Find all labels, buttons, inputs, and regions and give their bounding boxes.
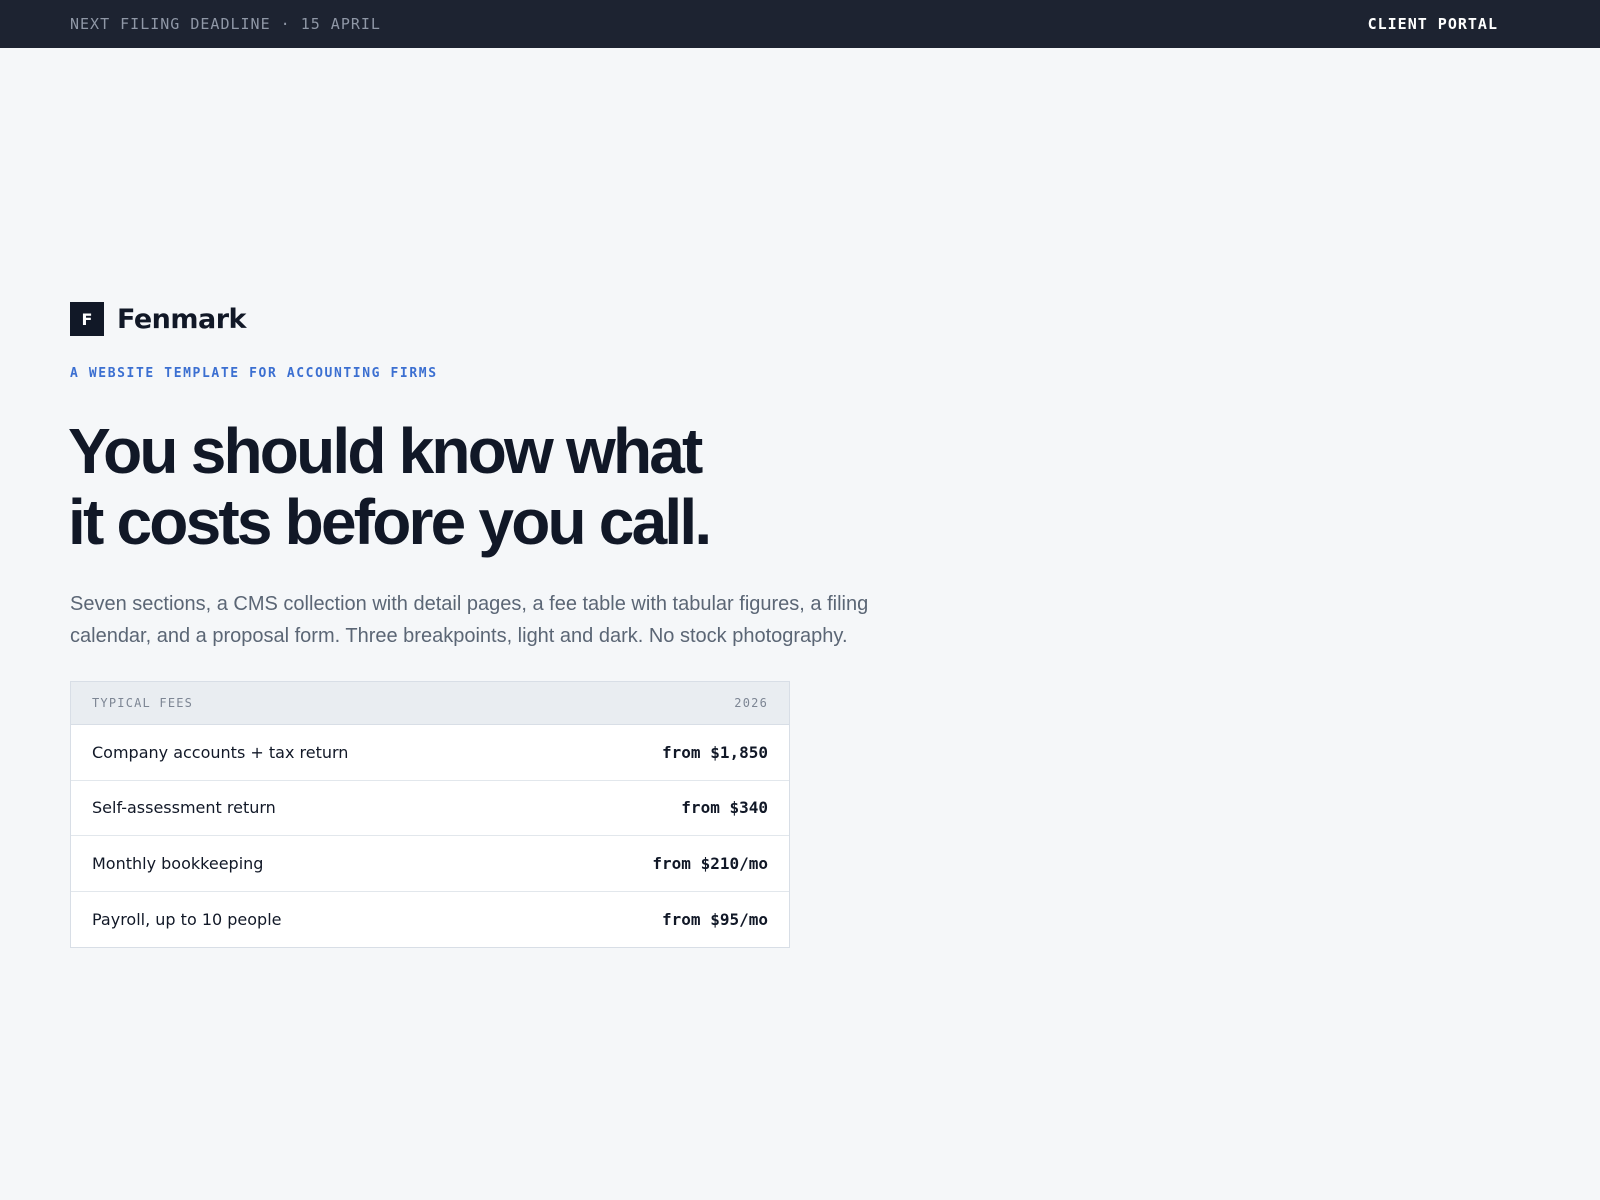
hero-headline: You should know what it costs before you… — [68, 416, 828, 558]
hero-description: Seven sections, a CMS collection with de… — [70, 593, 869, 647]
typical-fees-table: TYPICAL FEES 2026 Company accounts + tax… — [70, 681, 790, 948]
fee-row-label: Monthly bookkeeping — [92, 853, 264, 873]
fees-table-header: TYPICAL FEES 2026 — [71, 682, 789, 725]
fee-row: Payroll, up to 10 people from $95/mo — [71, 892, 789, 948]
fee-row: Monthly bookkeeping from $210/mo — [71, 836, 789, 892]
hero-headline-line-2: it costs before you call. — [68, 486, 712, 558]
fee-row-label: Payroll, up to 10 people — [92, 909, 282, 929]
fee-row-price: from $1,850 — [662, 742, 768, 762]
hero-headline-line-1: You should know what — [68, 415, 703, 487]
fee-row: Company accounts + tax return from $1,85… — [71, 725, 789, 781]
brand-logo[interactable]: F Fenmark — [70, 302, 247, 336]
fees-table-title: TYPICAL FEES — [92, 696, 194, 710]
brand-mark-icon: F — [70, 302, 104, 336]
fees-table-year: 2026 — [734, 696, 768, 710]
hero-eyebrow: A WEBSITE TEMPLATE FOR ACCOUNTING FIRMS — [70, 366, 438, 381]
fee-row-label: Company accounts + tax return — [92, 742, 349, 762]
fee-row-label: Self-assessment return — [92, 798, 276, 818]
top-bar: NEXT FILING DEADLINE · 15 APRIL CLIENT P… — [0, 0, 1600, 48]
filing-deadline-notice: NEXT FILING DEADLINE · 15 APRIL — [70, 15, 381, 33]
fee-row-price: from $95/mo — [662, 909, 768, 929]
fee-row: Self-assessment return from $340 — [71, 781, 789, 836]
fee-row-price: from $210/mo — [652, 853, 768, 873]
client-portal-link[interactable]: CLIENT PORTAL — [1368, 15, 1498, 33]
fee-row-price: from $340 — [681, 798, 768, 818]
brand-name: Fenmark — [117, 303, 247, 335]
